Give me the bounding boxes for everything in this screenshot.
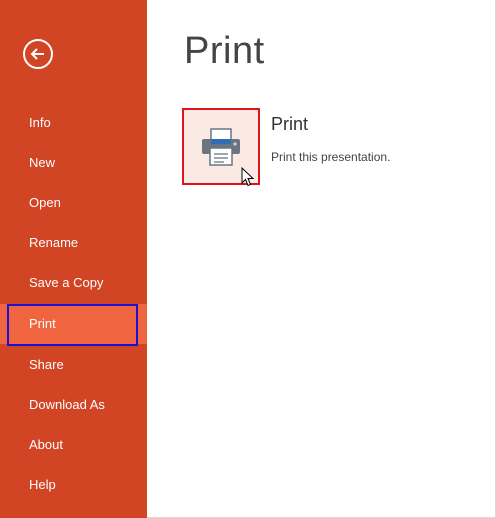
print-option-description: Print this presentation. [271, 150, 391, 164]
page-title: Print [184, 30, 265, 72]
backstage-view: Info New Open Rename Save a Copy Print S… [0, 0, 496, 518]
nav-item-rename[interactable]: Rename [0, 223, 147, 263]
nav-item-open[interactable]: Open [0, 183, 147, 223]
nav-item-print[interactable]: Print [0, 304, 147, 344]
back-arrow-icon [30, 48, 44, 60]
nav-item-save-a-copy[interactable]: Save a Copy [0, 263, 147, 303]
nav-item-info[interactable]: Info [0, 103, 147, 143]
nav-item-new[interactable]: New [0, 143, 147, 183]
nav-item-help[interactable]: Help [0, 465, 147, 505]
printer-icon [202, 128, 240, 166]
print-button[interactable] [182, 108, 260, 185]
nav-item-download-as[interactable]: Download As [0, 385, 147, 425]
back-button[interactable] [23, 39, 53, 69]
print-option-title: Print [271, 114, 309, 134]
nav-item-share[interactable]: Share [0, 345, 147, 385]
backstage-sidebar: Info New Open Rename Save a Copy Print S… [0, 0, 147, 518]
main-panel: Print Print Print this presentation. [147, 0, 496, 518]
nav-item-about[interactable]: About [0, 425, 147, 465]
